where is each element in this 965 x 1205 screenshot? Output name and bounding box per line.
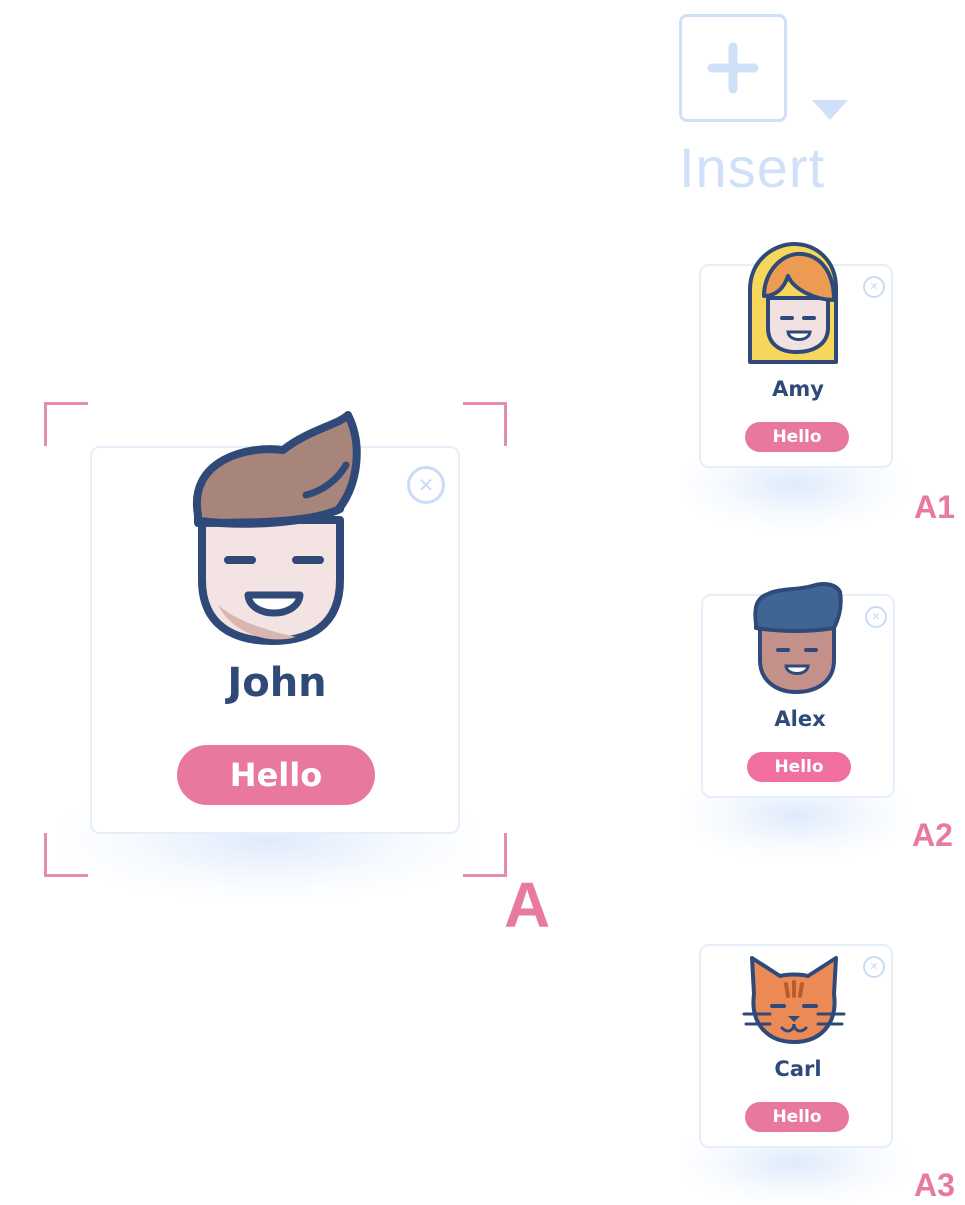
close-icon[interactable]: ✕ bbox=[407, 466, 445, 504]
profile-name: Alex bbox=[774, 707, 826, 731]
close-icon[interactable]: ✕ bbox=[863, 276, 885, 298]
close-icon[interactable]: ✕ bbox=[863, 956, 885, 978]
variant-tag: A2 bbox=[912, 817, 953, 853]
plus-icon bbox=[707, 42, 759, 94]
caret-down-icon[interactable] bbox=[810, 98, 850, 122]
hello-button[interactable]: Hello bbox=[745, 1102, 849, 1132]
hello-button[interactable]: Hello bbox=[177, 745, 375, 805]
cat-avatar-icon bbox=[742, 956, 846, 1044]
insert-button[interactable] bbox=[679, 14, 787, 122]
profile-name: Carl bbox=[774, 1057, 822, 1081]
variant-tag: A bbox=[504, 869, 551, 941]
hello-button[interactable]: Hello bbox=[745, 422, 849, 452]
hello-button[interactable]: Hello bbox=[747, 752, 851, 782]
woman-avatar-icon bbox=[748, 242, 838, 364]
insert-label[interactable]: Insert bbox=[679, 136, 825, 200]
profile-name: Amy bbox=[772, 377, 824, 401]
variant-tag: A1 bbox=[914, 489, 955, 525]
profile-name: John bbox=[227, 660, 327, 706]
man-avatar-icon bbox=[753, 582, 843, 695]
selection-corner-tr bbox=[463, 402, 507, 446]
man-avatar-icon bbox=[192, 411, 361, 645]
close-icon[interactable]: ✕ bbox=[865, 606, 887, 628]
selection-corner-tl bbox=[44, 402, 88, 446]
variant-tag: A3 bbox=[914, 1167, 955, 1203]
